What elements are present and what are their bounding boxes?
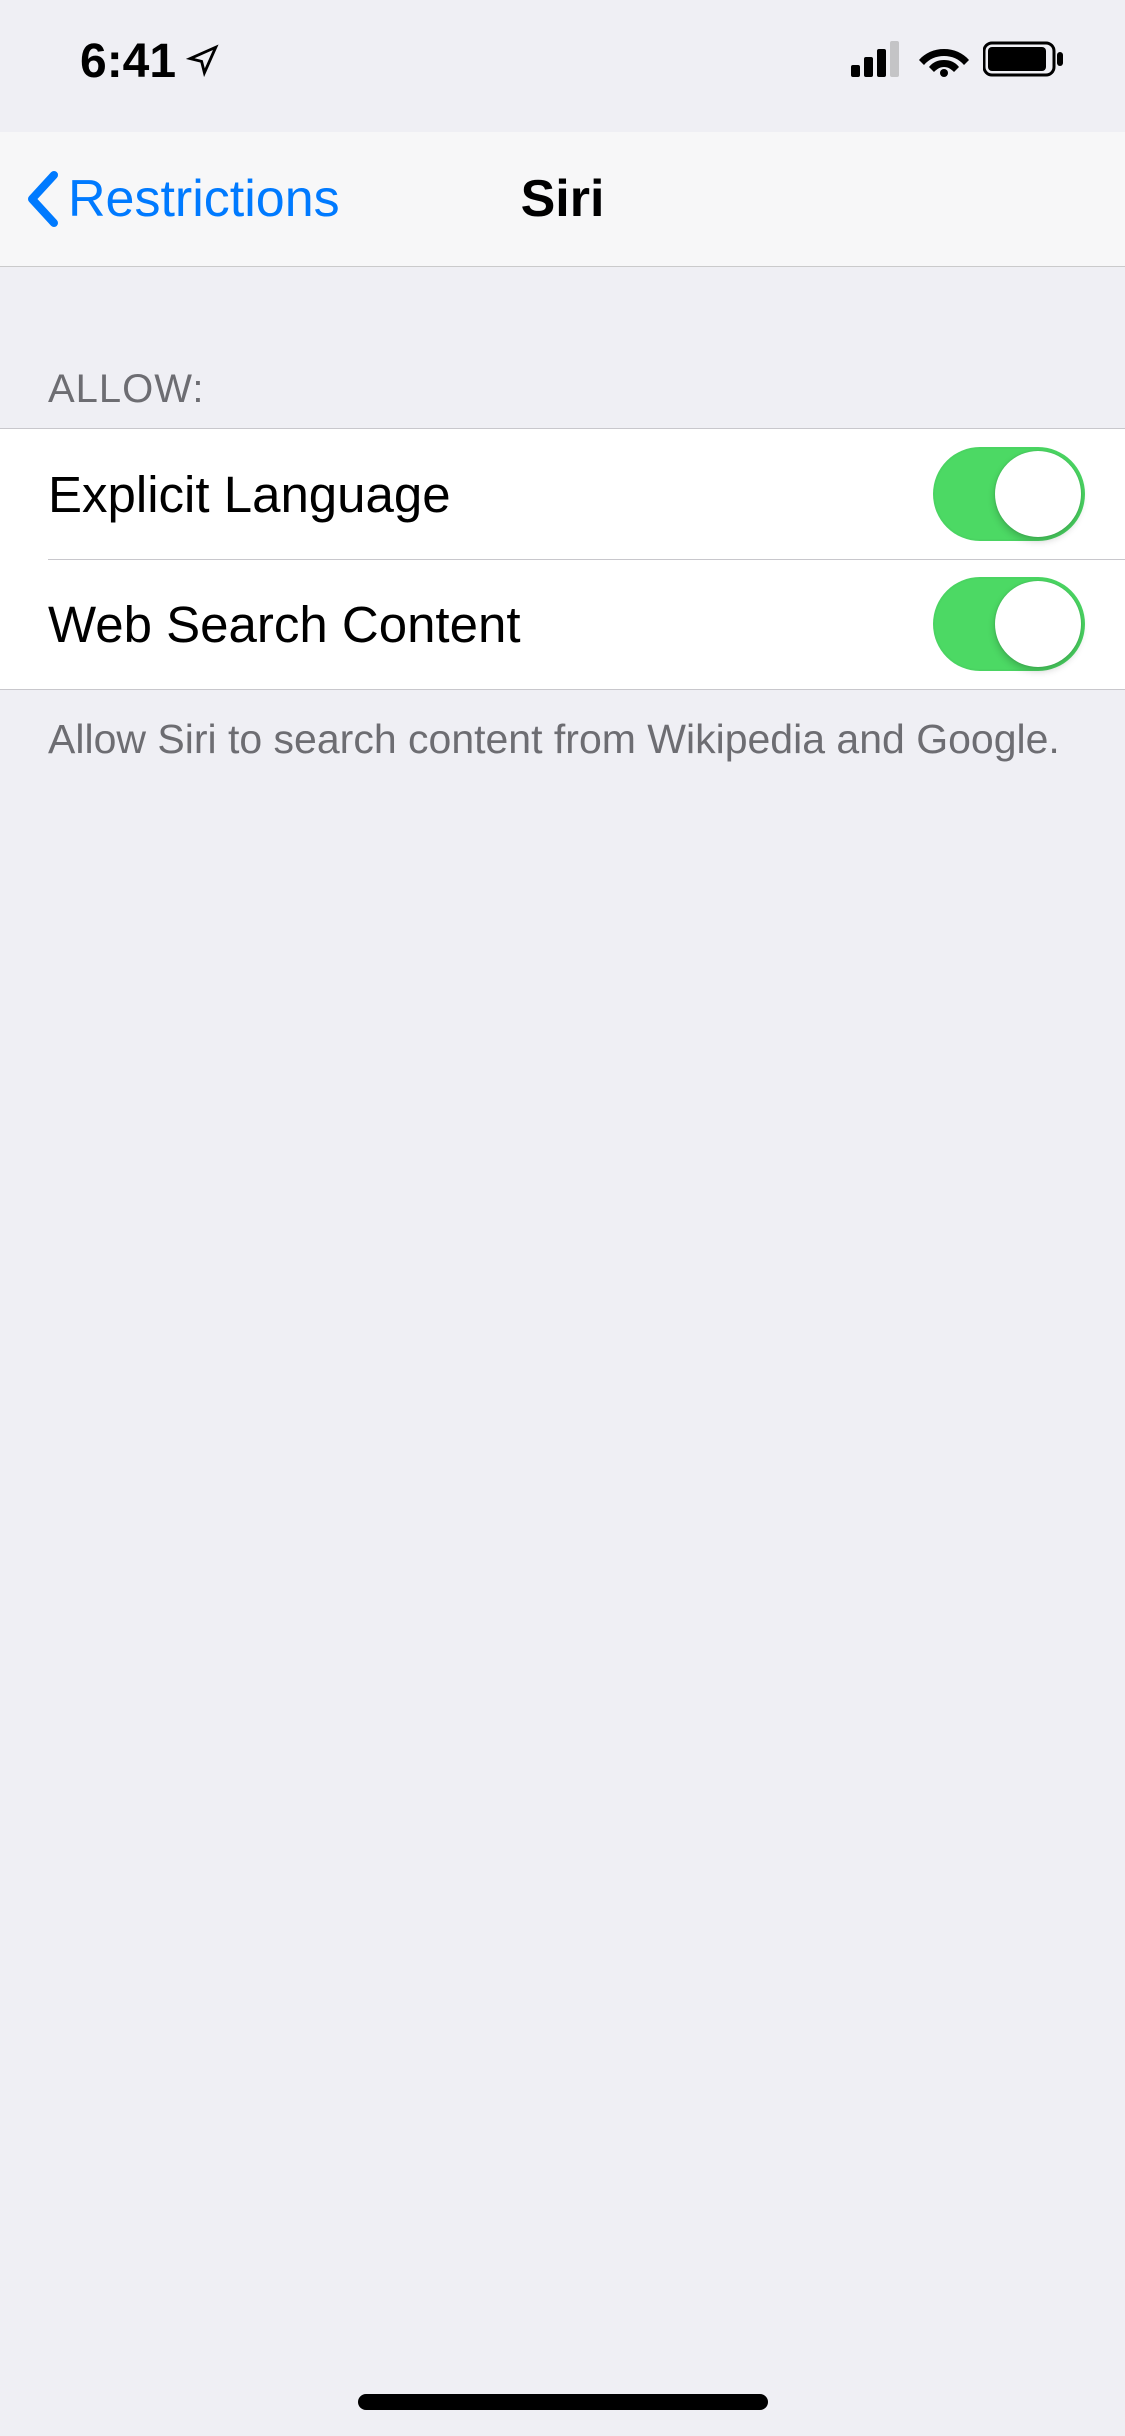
row-web-search-content[interactable]: Web Search Content — [0, 559, 1125, 689]
row-label: Explicit Language — [48, 465, 451, 524]
nav-bar: Restrictions Siri — [0, 132, 1125, 267]
section-footer: Allow Siri to search content from Wikipe… — [0, 690, 1125, 767]
chevron-left-icon — [24, 169, 62, 229]
status-left: 6:41 — [80, 34, 220, 89]
row-label: Web Search Content — [48, 595, 521, 654]
cellular-signal-icon — [851, 41, 905, 82]
switch-knob-icon — [995, 581, 1081, 667]
location-arrow-icon — [186, 34, 220, 89]
section-header-allow: ALLOW: — [0, 267, 1125, 428]
status-right — [851, 40, 1065, 83]
back-label: Restrictions — [68, 169, 340, 229]
battery-icon — [983, 40, 1065, 83]
settings-group: Explicit Language Web Search Content — [0, 428, 1125, 690]
status-bar: 6:41 — [0, 0, 1125, 132]
wifi-icon — [919, 41, 969, 82]
toggle-explicit-language[interactable] — [933, 447, 1085, 541]
switch-knob-icon — [995, 451, 1081, 537]
status-time: 6:41 — [80, 34, 176, 89]
row-explicit-language[interactable]: Explicit Language — [0, 429, 1125, 559]
home-indicator — [358, 2394, 768, 2410]
toggle-web-search-content[interactable] — [933, 577, 1085, 671]
back-button[interactable]: Restrictions — [24, 169, 340, 229]
